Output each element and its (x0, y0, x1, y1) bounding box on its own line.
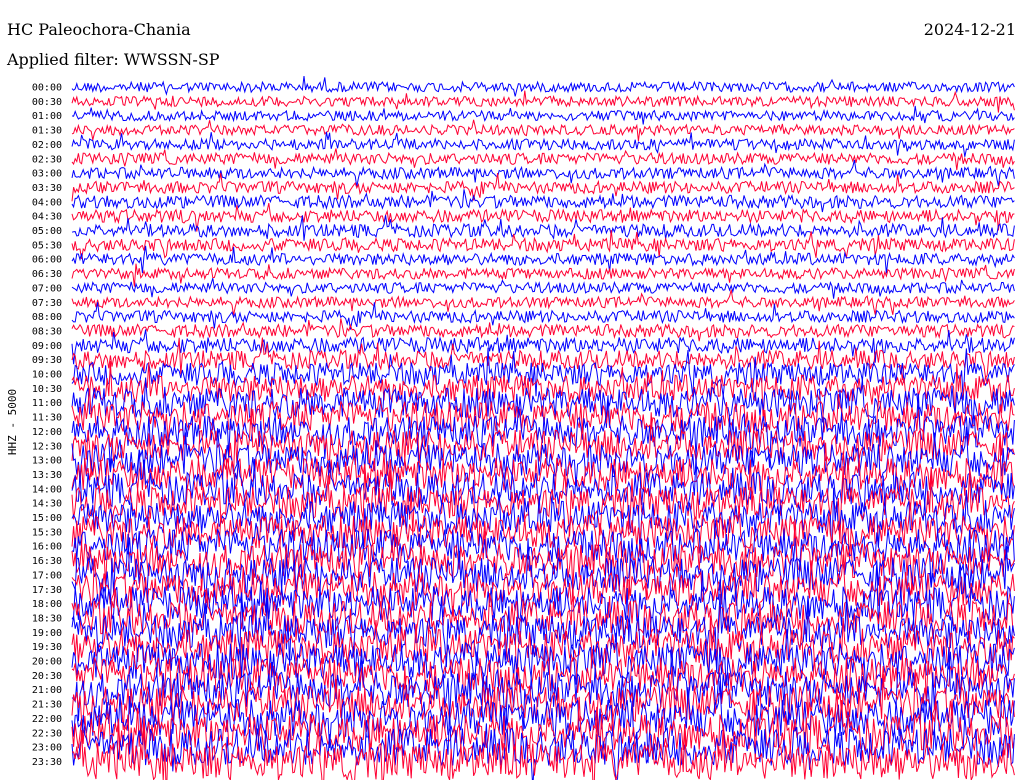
row-time-label: 23:00 (32, 743, 62, 754)
row-time-label: 06:30 (32, 269, 62, 280)
row-time-label: 00:30 (32, 97, 62, 108)
row-time-label: 05:30 (32, 240, 62, 251)
row-time-label: 11:30 (32, 413, 62, 424)
row-time-label: 13:00 (32, 456, 62, 467)
row-time-label: 20:30 (32, 671, 62, 682)
row-time-label: 22:30 (32, 728, 62, 739)
row-time-label: 01:00 (32, 111, 62, 122)
row-time-label: 05:00 (32, 226, 62, 237)
row-time-label: 13:30 (32, 470, 62, 481)
row-time-label: 17:00 (32, 570, 62, 581)
row-time-label: 21:30 (32, 700, 62, 711)
tick-label-group: 00:00 00:30 01:00 01:30 02:00 02:30 03:00 03:30… (32, 83, 62, 768)
row-time-label: 18:30 (32, 613, 62, 624)
row-time-label: 15:30 (32, 527, 62, 538)
row-time-label: 04:30 (32, 212, 62, 223)
row-time-label: 11:00 (32, 398, 62, 409)
row-time-label: 19:30 (32, 642, 62, 653)
trace-group (71, 75, 1015, 780)
trace-row-00:30 (71, 90, 1015, 113)
row-time-label: 10:30 (32, 384, 62, 395)
row-time-label: 14:30 (32, 499, 62, 510)
row-time-label: 23:30 (32, 757, 62, 768)
row-time-label: 03:30 (32, 183, 62, 194)
row-time-label: 12:00 (32, 427, 62, 438)
helicorder-chart: 00:00 00:30 01:00 01:30 02:00 02:30 03:00 03:30… (6, 75, 1015, 780)
row-time-label: 20:00 (32, 657, 62, 668)
trace-row-04:30 (71, 202, 1015, 232)
trace-row-03:30 (71, 172, 1015, 202)
row-time-label: 16:30 (32, 556, 62, 567)
row-time-label: 10:00 (32, 370, 62, 381)
row-time-label: 22:00 (32, 714, 62, 725)
trace-row-07:30 (71, 289, 1015, 316)
row-time-label: 02:30 (32, 154, 62, 165)
trace-row-06:00 (71, 245, 1015, 274)
row-time-label: 04:00 (32, 197, 62, 208)
trace-row-00:00 (71, 75, 1015, 97)
row-time-label: 18:00 (32, 599, 62, 610)
channel-label: HHZ - 5000 (6, 389, 19, 455)
row-time-label: 17:30 (32, 585, 62, 596)
row-time-label: 01:30 (32, 126, 62, 137)
row-time-label: 19:00 (32, 628, 62, 639)
trace-row-02:30 (71, 148, 1015, 171)
trace-row-01:30 (71, 119, 1015, 142)
row-time-label: 07:30 (32, 298, 62, 309)
row-time-label: 14:00 (32, 484, 62, 495)
row-time-label: 00:00 (32, 83, 62, 94)
row-time-label: 03:00 (32, 169, 62, 180)
row-time-label: 06:00 (32, 255, 62, 266)
row-time-label: 15:00 (32, 513, 62, 524)
row-time-label: 09:00 (32, 341, 62, 352)
row-time-label: 08:00 (32, 312, 62, 323)
row-time-label: 16:00 (32, 542, 62, 553)
row-time-label: 08:30 (32, 326, 62, 337)
trace-row-01:00 (71, 105, 1015, 125)
row-time-label: 07:00 (32, 283, 62, 294)
row-time-label: 21:00 (32, 685, 62, 696)
trace-row-03:00 (71, 159, 1015, 187)
row-time-label: 09:30 (32, 355, 62, 366)
row-time-label: 02:00 (32, 140, 62, 151)
row-time-label: 12:30 (32, 441, 62, 452)
trace-row-07:00 (71, 278, 1015, 299)
